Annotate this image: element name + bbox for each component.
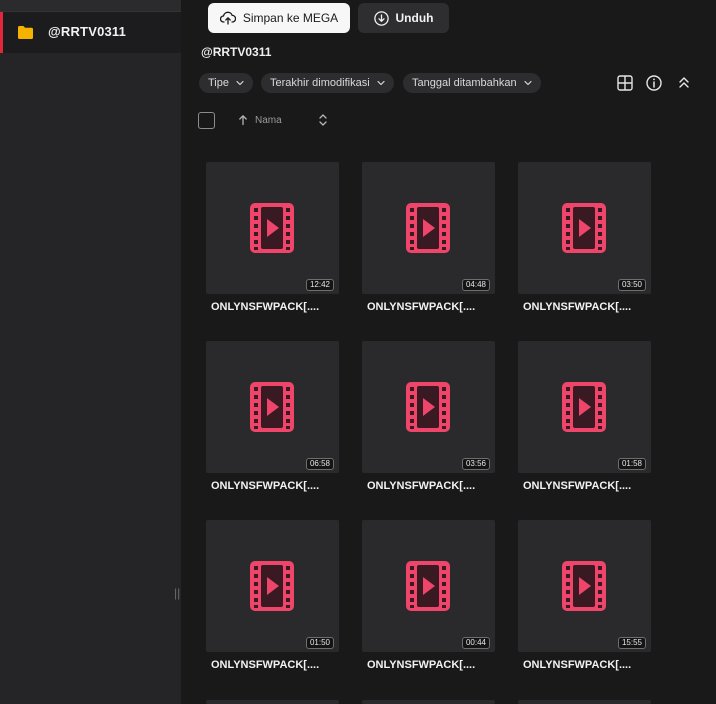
download-icon [373,10,389,26]
file-name: ONLYNSFWPACK[.... [367,659,476,671]
active-indicator [0,12,3,53]
file-name: ONLYNSFWPACK[.... [367,480,476,492]
file-name: ONLYNSFWPACK[.... [523,301,632,313]
file-name: ONLYNSFWPACK[.... [523,659,632,671]
video-thumbnail[interactable] [206,700,339,704]
main-panel: Simpan ke MEGA Unduh @RRTV0311 Tipe Tera… [181,0,716,704]
video-file-icon [562,382,606,432]
filter-type-chip[interactable]: Tipe [199,73,253,93]
video-file-icon [406,382,450,432]
video-file-icon [250,382,294,432]
video-thumbnail[interactable] [518,700,651,704]
video-file-icon [250,561,294,611]
duration-badge: 06:58 [305,458,334,470]
sort-toggle-icon[interactable] [318,113,328,127]
duration-badge: 12:42 [305,279,334,291]
file-name: ONLYNSFWPACK[.... [211,480,320,492]
sidebar-folder-label: @RRTV0311 [48,24,127,39]
duration-badge: 00:44 [461,637,490,649]
sidebar-folder-item[interactable]: @RRTV0311 [0,12,181,53]
video-thumbnail[interactable]: 01:50 [206,520,339,652]
video-thumbnail[interactable]: 15:55 [518,520,651,652]
download-label: Unduh [395,11,434,25]
duration-badge: 15:55 [617,637,646,649]
video-thumbnail[interactable]: 00:44 [362,520,495,652]
video-thumbnail[interactable] [362,700,495,704]
video-thumbnail[interactable]: 01:58 [518,341,651,473]
filter-added-chip[interactable]: Tanggal ditambahkan [403,73,541,93]
video-thumbnail[interactable]: 03:56 [362,341,495,473]
video-thumbnail[interactable]: 12:42 [206,162,339,294]
save-to-mega-button[interactable]: Simpan ke MEGA [208,3,350,33]
video-file-icon [562,203,606,253]
duration-badge: 04:48 [461,279,490,291]
filter-modified-chip[interactable]: Terakhir dimodifikasi [261,73,394,93]
file-name: ONLYNSFWPACK[.... [211,659,320,671]
chevron-down-icon [236,80,244,86]
video-thumbnail[interactable]: 03:50 [518,162,651,294]
file-name: ONLYNSFWPACK[.... [367,301,476,313]
file-name: ONLYNSFWPACK[.... [211,301,320,313]
file-name: ONLYNSFWPACK[.... [523,480,632,492]
folder-icon [18,26,33,39]
video-file-icon [406,203,450,253]
duration-badge: 03:56 [461,458,490,470]
filter-added-label: Tanggal ditambahkan [412,77,517,89]
breadcrumb-current: @RRTV0311 [201,45,272,59]
select-all-checkbox[interactable] [198,112,215,129]
video-file-icon [562,561,606,611]
save-to-mega-label: Simpan ke MEGA [242,11,339,25]
filter-type-label: Tipe [208,77,229,89]
arrow-up-icon[interactable] [237,114,249,126]
duration-badge: 03:50 [617,279,646,291]
sort-column-label[interactable]: Nama [255,115,282,126]
resize-handle[interactable]: || [174,586,180,600]
grid-view-icon[interactable] [616,74,634,92]
duration-badge: 01:50 [305,637,334,649]
sidebar-top-item[interactable] [0,0,181,12]
cloud-upload-icon [219,11,236,25]
info-icon[interactable] [645,74,663,92]
chevron-down-icon [523,80,532,86]
download-button[interactable]: Unduh [358,3,449,33]
video-file-icon [406,561,450,611]
filter-modified-label: Terakhir dimodifikasi [270,77,370,89]
video-thumbnail[interactable]: 06:58 [206,341,339,473]
video-file-icon [250,203,294,253]
video-thumbnail[interactable]: 04:48 [362,162,495,294]
sidebar: @RRTV0311 || [0,0,181,704]
duration-badge: 01:58 [617,458,646,470]
chevron-down-icon [377,80,385,86]
collapse-icon[interactable] [675,74,693,92]
